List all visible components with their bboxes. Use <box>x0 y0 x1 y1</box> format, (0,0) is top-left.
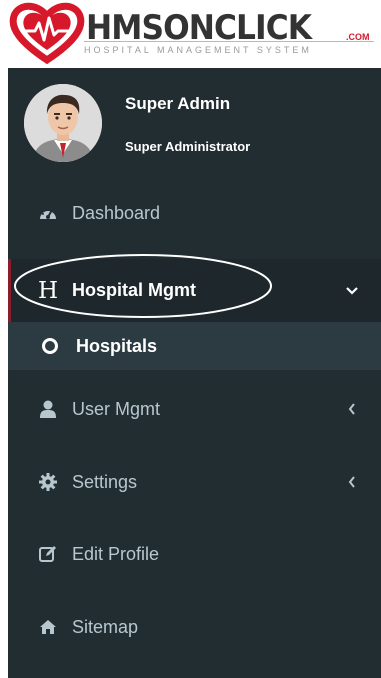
sidebar-item-edit-profile[interactable]: Edit Profile <box>8 527 381 581</box>
user-panel: Super Admin Super Administrator <box>8 68 381 178</box>
sidebar-item-label: Hospital Mgmt <box>72 280 196 300</box>
avatar-image <box>24 84 102 162</box>
sidebar-item-settings[interactable]: Settings <box>8 455 381 509</box>
submenu-item-label: Hospitals <box>76 335 158 356</box>
circle-outline-icon <box>42 338 58 354</box>
dashboard-icon <box>38 203 58 223</box>
user-icon <box>38 399 58 419</box>
heart-logo-icon <box>9 2 85 64</box>
home-icon <box>38 617 58 637</box>
sidebar-item-label: User Mgmt <box>72 398 161 419</box>
avatar[interactable] <box>24 84 102 162</box>
chevron-left-icon <box>345 475 359 489</box>
sidebar-item-sitemap[interactable]: Sitemap <box>8 600 381 654</box>
edit-icon <box>38 544 58 564</box>
h-letter-icon: H <box>37 277 59 304</box>
user-name: Super Admin <box>125 94 231 113</box>
sidebar-item-dashboard[interactable]: Dashboard <box>8 186 381 240</box>
brand-tagline: HOSPITAL MANAGEMENT SYSTEM <box>84 45 312 55</box>
chevron-left-icon <box>345 402 359 416</box>
sidebar-item-label: Sitemap <box>72 616 139 637</box>
submenu-item-hospitals[interactable]: Hospitals <box>8 322 381 370</box>
sidebar-item-label: Dashboard <box>72 202 161 223</box>
sidebar-item-hospital-mgmt[interactable]: H Hospital Mgmt <box>8 259 381 322</box>
submenu-hospital-mgmt: Hospitals <box>8 322 381 370</box>
sidebar-item-label: Settings <box>72 471 138 492</box>
brand-name: HMSONCLICK <box>86 8 312 48</box>
sidebar: Super Admin Super Administrator Dashboar… <box>8 68 381 678</box>
logo-header: HMSONCLICK .COM HOSPITAL MANAGEMENT SYST… <box>0 0 381 68</box>
sidebar-item-label: Edit Profile <box>72 543 160 564</box>
chevron-down-icon <box>345 284 359 298</box>
gear-icon <box>38 472 58 492</box>
user-role: Super Administrator <box>125 139 251 154</box>
logo-divider <box>84 41 374 42</box>
sidebar-item-user-mgmt[interactable]: User Mgmt <box>8 382 381 436</box>
